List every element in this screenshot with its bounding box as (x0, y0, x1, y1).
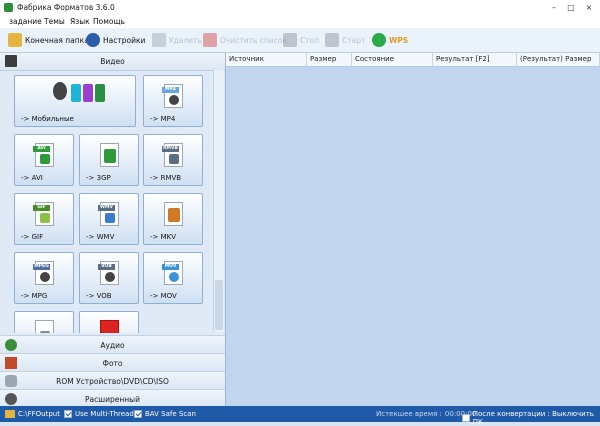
menu-bar: задание Темы Язык Помощь (0, 15, 600, 28)
col-result[interactable]: Результат [F2] (433, 53, 517, 66)
mkv-file-icon (164, 202, 183, 226)
safescan-checkbox[interactable]: BAV Safe Scan (134, 410, 196, 418)
folder-icon (5, 410, 15, 418)
tile-wmv[interactable]: WMV -> WMV (79, 193, 139, 245)
tile-mkv[interactable]: -> MKV (143, 193, 203, 245)
title-bar: Фабрика Форматов 3.6.0 – □ × (0, 0, 600, 15)
close-button[interactable]: × (583, 2, 595, 13)
tile-avi[interactable]: AVI -> AVI (14, 134, 74, 186)
phone-icon (83, 84, 93, 102)
rmvb-file-icon: RMVB (162, 143, 183, 167)
tile-vob[interactable]: VOB -> VOB (79, 252, 139, 304)
video-format-grid: -> Мобильные MP4 -> MP4 AVI -> AVI -> 3G… (9, 75, 213, 333)
after-convert-option[interactable]: После конвертации : Выключить ПК (462, 410, 600, 426)
category-photo[interactable]: Фото (0, 353, 225, 372)
output-path[interactable]: C:\FFOutput (5, 410, 60, 418)
phone-icon (71, 84, 81, 102)
settings-button[interactable]: Настройки (86, 32, 145, 48)
window-title: Фабрика Форматов 3.6.0 (17, 3, 115, 12)
gear-icon (86, 33, 100, 47)
tile-more-1[interactable] (14, 311, 74, 333)
checkbox[interactable] (134, 410, 142, 418)
menu-themes[interactable]: Темы (44, 17, 65, 26)
file-icon (35, 320, 54, 333)
category-video-header[interactable]: Видео (0, 53, 225, 71)
avi-file-icon: AVI (33, 143, 54, 167)
wmv-file-icon: WMV (98, 202, 119, 226)
category-rom[interactable]: ROM Устройство\DVD\CD\ISO (0, 371, 225, 390)
folder-icon (8, 33, 22, 47)
tile-rmvb[interactable]: RMVB -> RMVB (143, 134, 203, 186)
tile-mpg[interactable]: MPEG -> MPG (14, 252, 74, 304)
clear-icon (203, 33, 217, 47)
stop-icon (283, 33, 297, 47)
phone-icon (95, 84, 105, 102)
multithread-checkbox[interactable]: Use Multi-Threads (64, 410, 137, 418)
vob-file-icon: VOB (98, 261, 119, 285)
start-icon (325, 33, 339, 47)
wps-button[interactable]: WPS (372, 32, 408, 48)
start-button[interactable]: Старт (325, 32, 365, 48)
3gp-file-icon (100, 143, 119, 167)
tile-mobile[interactable]: -> Мобильные (14, 75, 136, 127)
checkbox[interactable] (462, 414, 470, 422)
remove-icon (152, 33, 166, 47)
col-size[interactable]: Размер (307, 53, 352, 66)
col-status[interactable]: Состояние (352, 53, 433, 66)
toolbar: Конечная папка Настройки Удалить Очистит… (0, 28, 600, 53)
category-audio[interactable]: Аудио (0, 335, 225, 354)
checkbox[interactable] (64, 410, 72, 418)
tile-gif[interactable]: GIF -> GIF (14, 193, 74, 245)
tile-3gp[interactable]: -> 3GP (79, 134, 139, 186)
stop-button[interactable]: Стоп (283, 32, 319, 48)
film-reel-icon (53, 82, 67, 100)
flash-file-icon (100, 320, 119, 333)
app-icon (4, 3, 13, 12)
minimize-button[interactable]: – (548, 2, 560, 13)
tiles-scrollbar[interactable] (213, 70, 224, 332)
tile-mov[interactable]: MOV -> MOV (143, 252, 203, 304)
scrollbar-thumb[interactable] (215, 280, 223, 330)
col-source[interactable]: Источник (226, 53, 307, 66)
output-folder-button[interactable]: Конечная папка (8, 32, 89, 48)
status-bar: C:\FFOutput Use Multi-Threads BAV Safe S… (0, 406, 600, 426)
task-list-header: Источник Размер Состояние Результат [F2]… (226, 53, 600, 67)
clear-list-button[interactable]: Очистить список (203, 32, 287, 48)
menu-language[interactable]: Язык (70, 17, 90, 26)
menu-task[interactable]: задание (9, 17, 42, 26)
col-result-size[interactable]: (Результат) Размер (517, 53, 600, 66)
mp4-file-icon: MP4 (162, 84, 183, 108)
menu-help[interactable]: Помощь (93, 17, 125, 26)
maximize-button[interactable]: □ (565, 2, 577, 13)
wps-icon (372, 33, 386, 47)
gif-file-icon: GIF (33, 202, 54, 226)
remove-button[interactable]: Удалить (152, 32, 202, 48)
mov-file-icon: MOV (162, 261, 183, 285)
tile-mp4[interactable]: MP4 -> MP4 (143, 75, 203, 127)
mpg-file-icon: MPEG (33, 261, 54, 285)
task-list: Источник Размер Состояние Результат [F2]… (226, 53, 600, 406)
tile-swf[interactable] (79, 311, 139, 333)
